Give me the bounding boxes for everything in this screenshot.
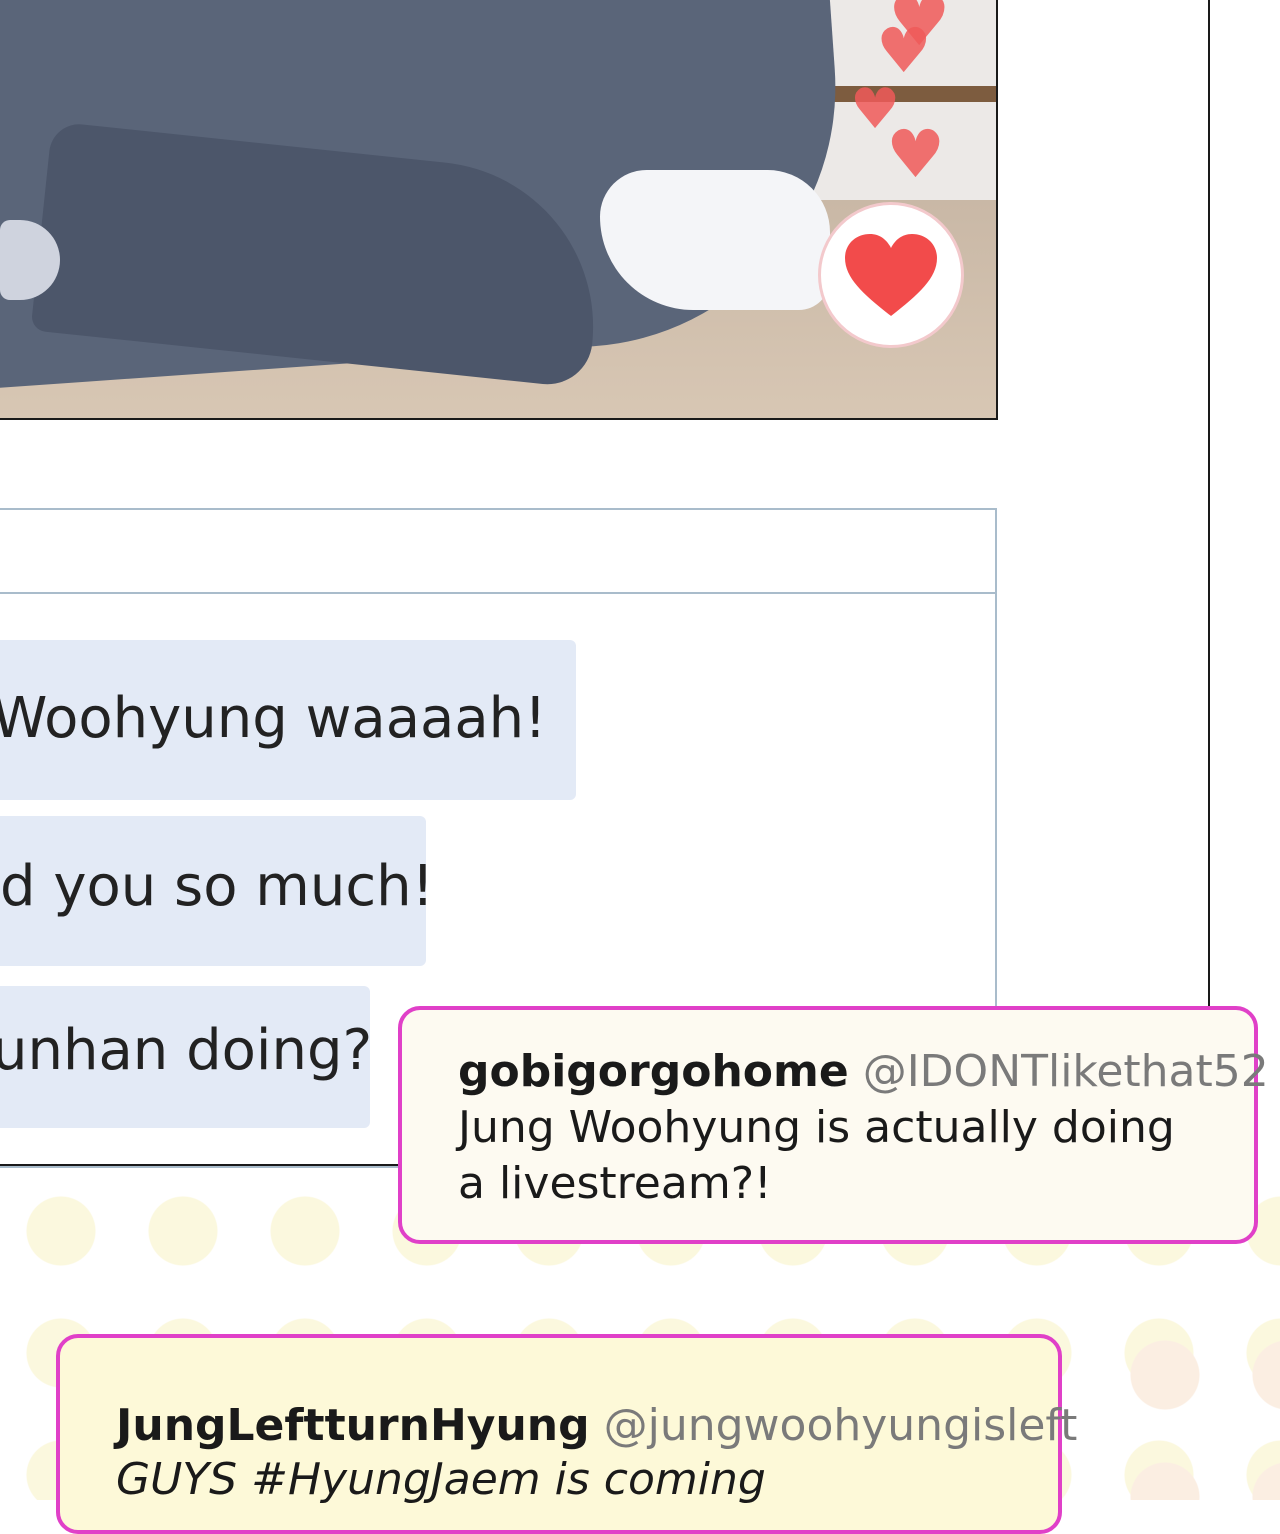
comment-username[interactable]: JungLeftturnHyung: [116, 1400, 590, 1451]
comment-header: JungLeftturnHyung @jungwoohyungisleft: [116, 1400, 1077, 1451]
comment-text-line: GUYS #HyungJaem is coming: [116, 1454, 766, 1505]
floating-heart-icon: ♥: [886, 116, 946, 193]
chat-header: [0, 510, 995, 594]
comment-header: gobigorgohome @IDONTlikethat52: [458, 1046, 1269, 1097]
chat-message-bubble: Woohyung waaaah!: [0, 640, 576, 800]
comment-username[interactable]: gobigorgohome: [458, 1046, 849, 1097]
chat-message-bubble: unhan doing?: [0, 986, 373, 1128]
livestream-video: ♥ ♥ ♥ ♥: [0, 0, 998, 420]
comment-handle[interactable]: @jungwoohyungisleft: [604, 1400, 1078, 1451]
comment-handle[interactable]: @IDONTlikethat52: [863, 1046, 1269, 1097]
comment-text-line: Jung Woohyung is actually doing: [458, 1102, 1175, 1153]
heart-icon: [845, 234, 937, 316]
like-button[interactable]: [818, 202, 964, 348]
chat-message-text: d you so much!: [0, 853, 435, 919]
social-comment-card: JungLeftturnHyung @jungwoohyungisleft GU…: [56, 1334, 1077, 1534]
chat-message-text: Woohyung waaaah!: [0, 685, 547, 751]
chat-message-bubble: d you so much!: [0, 816, 434, 966]
dotted-background-accent: [1090, 1300, 1280, 1500]
chat-message-text: unhan doing?: [0, 1017, 373, 1083]
floating-heart-icon: ♥: [876, 14, 932, 87]
sock-illustration: [600, 170, 830, 310]
chat-panel-bottom-border: [0, 1164, 400, 1166]
social-comment-card: gobigorgohome @IDONTlikethat52 Jung Wooh…: [398, 1006, 1269, 1244]
comment-text-line: a livestream?!: [458, 1158, 772, 1209]
